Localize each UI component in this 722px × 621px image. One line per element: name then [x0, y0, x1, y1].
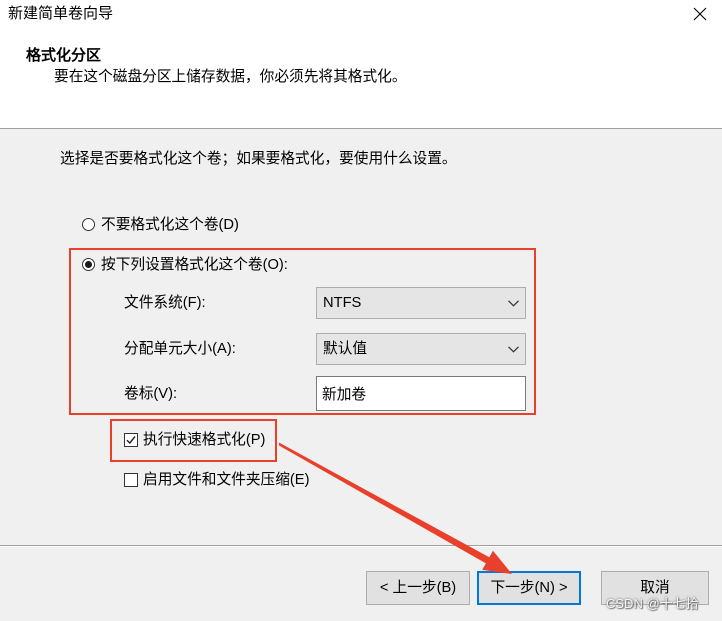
back-button[interactable]: < 上一步(B) — [366, 571, 470, 605]
next-button[interactable]: 下一步(N) > — [477, 571, 581, 605]
annotation-box-quick-format — [110, 419, 277, 462]
close-icon — [693, 7, 707, 21]
instruction-text: 选择是否要格式化这个卷；如果要格式化，要使用什么设置。 — [60, 151, 457, 167]
page-subtitle: 要在这个磁盘分区上储存数据，你必须先将其格式化。 — [54, 69, 407, 85]
header-divider — [0, 128, 722, 129]
compression-checkbox[interactable] — [124, 473, 138, 487]
annotation-box-format-settings — [69, 248, 536, 415]
page-title: 格式化分区 — [26, 47, 102, 64]
close-button[interactable] — [689, 4, 711, 24]
window-title: 新建简单卷向导 — [8, 5, 114, 22]
compression-label[interactable]: 启用文件和文件夹压缩(E) — [143, 472, 309, 488]
radio-no-format-label[interactable]: 不要格式化这个卷(D) — [101, 217, 239, 233]
radio-no-format[interactable] — [82, 218, 95, 231]
footer-divider-highlight — [0, 546, 722, 547]
watermark: CSDN @十七拾 — [606, 596, 699, 611]
